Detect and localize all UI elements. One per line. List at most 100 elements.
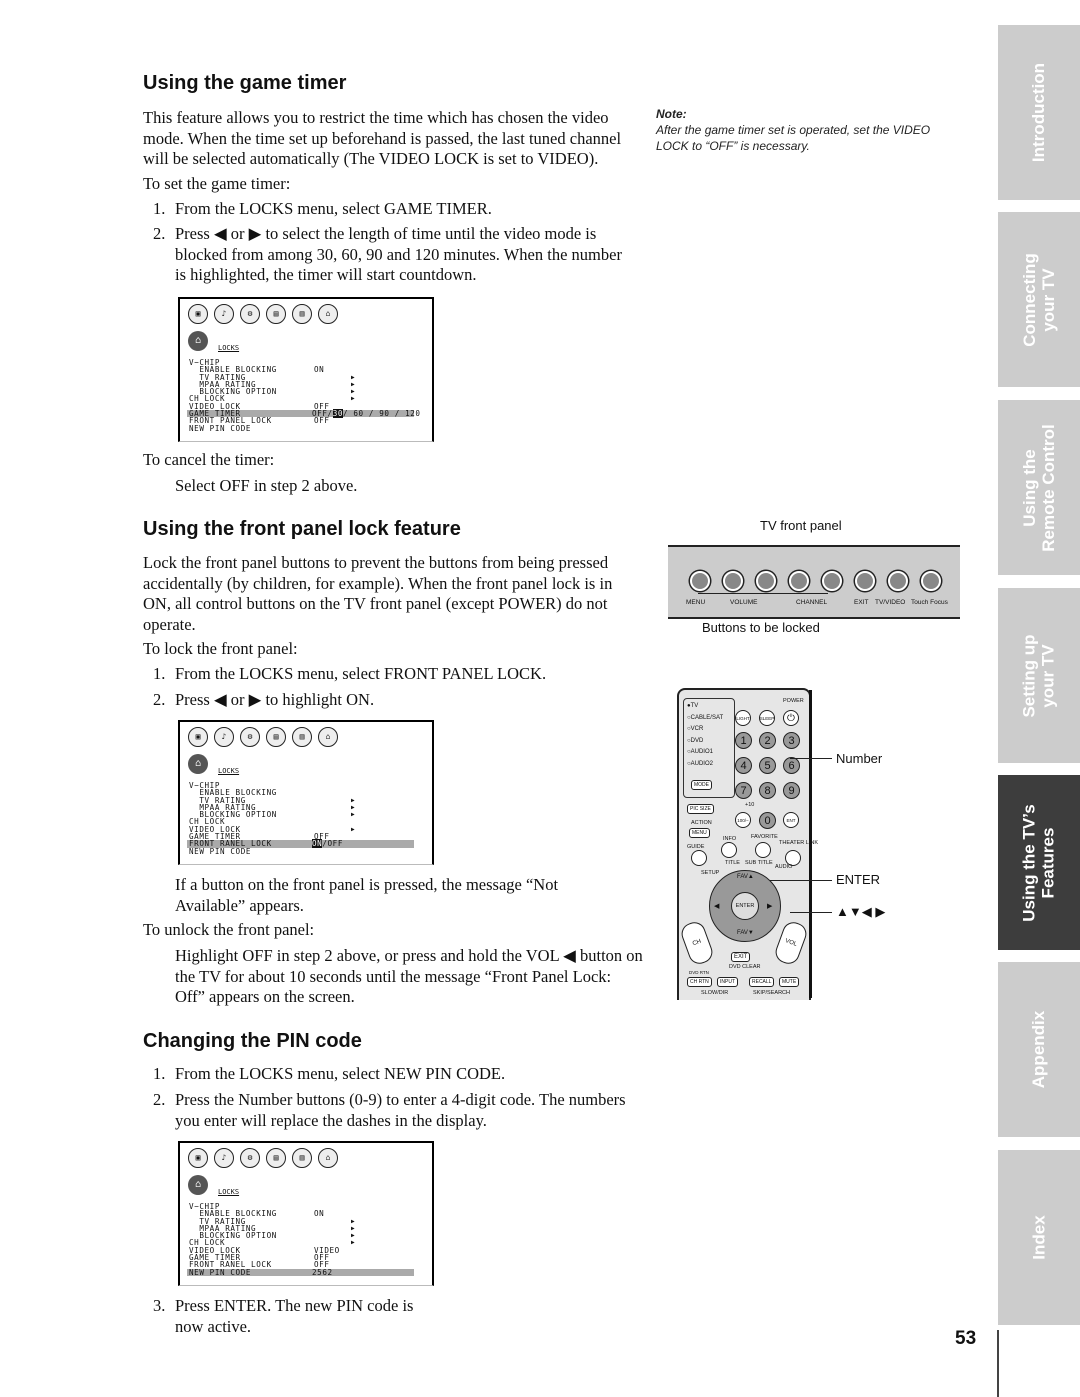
digit-8-button[interactable]: 8 <box>759 782 776 799</box>
submenu-arrow-icon: ▶ <box>351 796 356 804</box>
tab-features[interactable]: Using the TV’s Features <box>998 775 1080 950</box>
front-ch-down-button <box>789 571 809 591</box>
audio-icon: ♪ <box>214 727 234 747</box>
note-label: Note: <box>656 107 687 121</box>
fav-down-button[interactable]: FAV▼ <box>737 930 754 936</box>
front-panel-step-2: 2. Press ◀ or ▶ to highlight ON. <box>153 690 375 709</box>
front-panel-intro: Lock the front panel buttons to prevent … <box>143 553 613 634</box>
submenu-arrow-icon: ▶ <box>351 1217 356 1225</box>
cancel-timer-text: Select OFF in step 2 above. <box>175 476 358 495</box>
theater-icon: ▤ <box>266 1148 286 1168</box>
info-button[interactable] <box>721 842 737 858</box>
digit-3-button[interactable]: 3 <box>783 732 800 749</box>
osd-row-label: NEW PIN CODE <box>189 1267 252 1277</box>
tab-connecting[interactable]: Connecting your TV <box>998 212 1080 387</box>
audio-icon: ♪ <box>214 304 234 324</box>
title-label: TITLE <box>725 860 740 866</box>
tab-remote-control[interactable]: Using the Remote Control <box>998 400 1080 575</box>
slow-dir-label: SLOW/DIR <box>701 990 729 996</box>
ent-button[interactable]: ENT <box>783 812 799 828</box>
locks-icon: ⌂ <box>318 304 338 324</box>
ch-rtn-button[interactable]: CH RTN <box>687 977 712 987</box>
digit-0-button[interactable]: 0 <box>759 812 776 829</box>
picture-icon: ▣ <box>188 304 208 324</box>
game-timer-to-set: To set the game timer: <box>143 174 291 193</box>
theater-icon: ▤ <box>266 304 286 324</box>
left-arrow-button[interactable]: ◀ <box>714 902 719 910</box>
submenu-arrow-icon: ▶ <box>351 388 356 396</box>
mute-button[interactable]: MUTE <box>779 977 800 987</box>
osd-locks-game-timer: ▣ ♪ ⚙ ▤ ▥ ⌂ ⌂ LOCKS V−CHIP ENABLE BLOCKING ON TV … <box>178 297 434 442</box>
tab-introduction[interactable]: Introduction <box>998 25 1080 200</box>
tab-index[interactable]: Index <box>998 1150 1080 1325</box>
submenu-arrow-icon: ▶ <box>351 1224 356 1232</box>
tv-front-panel: MENU VOLUME CHANNEL EXIT TV/VIDEO Touch … <box>668 545 960 619</box>
exit-button[interactable]: EXIT <box>731 952 751 962</box>
digit-2-button[interactable]: 2 <box>759 732 776 749</box>
locks-menu-icon: ⌂ <box>188 331 208 351</box>
light-button[interactable]: LIGHT <box>735 710 751 726</box>
fav-up-button[interactable]: FAV▲ <box>737 874 754 880</box>
pin-step-1: 1. From the LOCKS menu, select NEW PIN CO… <box>153 1064 506 1083</box>
osd-locks-front-panel: ▣ ♪ ⚙ ▤ ▥ ⌂ ⌂ LOCKS V−CHIP ENABLE BLOCKING TV RA… <box>178 720 434 865</box>
game-timer-step-1: 1. From the LOCKS menu, select GAME TIMER… <box>153 199 492 218</box>
pin-step-3: 3. Press ENTER. The new PIN code is now a… <box>153 1296 414 1336</box>
osd-menu-title: LOCKS <box>218 767 240 775</box>
cancel-timer-label: To cancel the timer: <box>143 450 275 469</box>
right-arrow-button[interactable]: ▶ <box>767 902 772 910</box>
digit-100-button[interactable]: 100/− <box>735 812 751 828</box>
game-timer-step-2: 2. Press ◀ or ▶ to select the length of t… <box>153 224 622 284</box>
heading-pin-code: Changing the PIN code <box>143 1030 362 1052</box>
digit-9-button[interactable]: 9 <box>783 782 800 799</box>
front-vol-up-button <box>756 571 776 591</box>
pic-size-button[interactable]: PIC SIZE <box>687 804 714 814</box>
setup-icon: ⚙ <box>240 304 260 324</box>
game-timer-intro: This feature allows you to restrict the … <box>143 108 622 168</box>
digit-5-button[interactable]: 5 <box>759 757 776 774</box>
digit-4-button[interactable]: 4 <box>735 757 752 774</box>
subtitle-label: SUB TITLE <box>745 860 773 866</box>
osd-row-value: ON <box>314 365 325 375</box>
dvd-rtn-label: DVD RTN <box>689 970 709 975</box>
osd-row-label: NEW PIN CODE <box>189 423 252 433</box>
front-panel-step-1: 1. From the LOCKS menu, select FRONT PANE… <box>153 664 547 683</box>
osd-row-value: OFF <box>314 416 330 426</box>
enter-button[interactable]: ENTER <box>731 892 759 920</box>
guide-button[interactable] <box>691 850 707 866</box>
favorite-button[interactable] <box>755 842 771 858</box>
digit-7-button[interactable]: 7 <box>735 782 752 799</box>
front-tvvideo-button <box>888 571 908 591</box>
page-number: 53 <box>955 1328 977 1349</box>
tab-setting-up[interactable]: Setting up your TV <box>998 588 1080 763</box>
digit-1-button[interactable]: 1 <box>735 732 752 749</box>
osd-menu-row: NEW PIN CODE <box>189 423 429 433</box>
osd-menu-icons: ▣ ♪ ⚙ ▤ ▥ ⌂ <box>188 727 338 747</box>
front-ch-up-button <box>822 571 842 591</box>
heading-game-timer: Using the game timer <box>143 72 347 94</box>
menu-button[interactable]: MENU <box>689 828 710 838</box>
power-button[interactable]: ⏻ <box>783 710 799 726</box>
action-label: ACTION <box>691 820 712 826</box>
sleep-button[interactable]: SLEEP <box>759 710 775 726</box>
unlock-text: Highlight OFF in step 2 above, or press … <box>175 946 643 1006</box>
callout-enter: ENTER <box>836 872 881 887</box>
vol-rocker[interactable]: VOL <box>772 919 810 967</box>
submenu-arrow-icon: ▶ <box>351 380 356 388</box>
osd-menu-row: NEW PIN CODE <box>189 846 429 856</box>
osd-menu-title: LOCKS <box>218 344 240 352</box>
plus10-label: +10 <box>745 802 755 808</box>
locks-menu-icon: ⌂ <box>188 1175 208 1195</box>
tab-appendix[interactable]: Appendix <box>998 962 1080 1137</box>
input-button[interactable]: INPUT <box>717 977 738 987</box>
submenu-arrow-icon: ▶ <box>351 1232 356 1240</box>
osd-row-label: NEW PIN CODE <box>189 846 252 856</box>
locks-menu-icon: ⌂ <box>188 754 208 774</box>
recall-button[interactable]: RECALL <box>749 977 775 987</box>
callout-number: Number <box>836 751 883 766</box>
ch-rocker[interactable]: CH <box>678 919 716 967</box>
applications-icon: ▥ <box>292 1148 312 1168</box>
digit-6-button[interactable]: 6 <box>783 757 800 774</box>
front-panel-to-unlock: To unlock the front panel: <box>143 920 315 939</box>
mode-button[interactable]: MODE <box>691 780 712 790</box>
page-rule <box>997 1330 999 1397</box>
